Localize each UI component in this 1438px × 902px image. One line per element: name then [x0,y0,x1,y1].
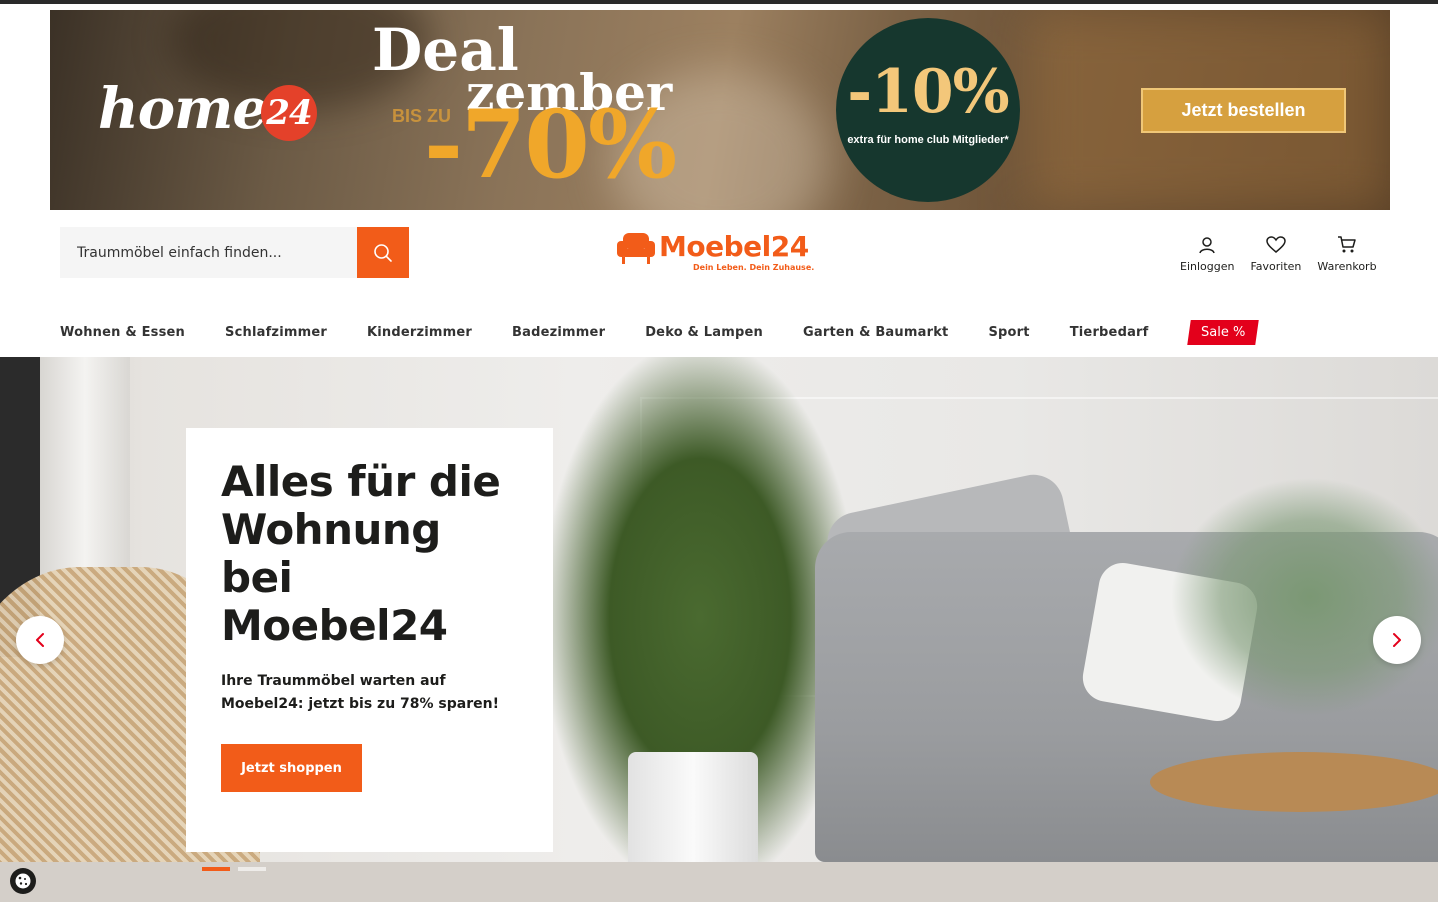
slider-dot[interactable] [238,867,266,871]
slider-next-button[interactable] [1373,616,1421,664]
home24-logo: home24 [98,76,317,142]
sale-label: Sale % [1200,324,1245,340]
user-icon [1199,237,1215,254]
promo-banner[interactable]: home24 Deal zember BIS ZU -70% -10% extr… [50,10,1390,210]
club-discount-text: extra für home club Mitglieder* [847,134,1009,146]
favorites-button[interactable]: Favoriten [1242,230,1309,273]
nav-item-garten-baumarkt[interactable]: Garten & Baumarkt [803,325,948,340]
search-button[interactable] [357,227,409,278]
moebel24-logo[interactable]: Moebel24 Dein Leben. Dein Zuhause. [617,230,827,276]
nav-item-kinderzimmer[interactable]: Kinderzimmer [367,325,472,340]
nav-item-sport[interactable]: Sport [988,325,1029,340]
top-border [0,0,1438,4]
cart-icon [1337,236,1356,253]
cookie-settings-button[interactable] [10,868,36,894]
nav-item-wohnen-essen[interactable]: Wohnen & Essen [60,325,185,340]
nav-item-badezimmer[interactable]: Badezimmer [512,325,605,340]
cart-button[interactable]: Warenkorb [1309,230,1384,273]
slider-dot[interactable] [202,867,230,871]
search-icon [374,243,392,262]
login-label: Einloggen [1180,260,1235,273]
shop-now-button[interactable]: Jetzt shoppen [221,744,362,792]
armchair-logo-icon [617,233,655,264]
hero-image-side-table [1150,752,1438,812]
nav-item-schlafzimmer[interactable]: Schlafzimmer [225,325,327,340]
club-discount-badge: -10% extra für home club Mitglieder* [836,18,1020,202]
slider-pagination [202,867,266,871]
search-input[interactable] [60,227,357,278]
login-button[interactable]: Einloggen [1172,230,1242,273]
logo-claim: Dein Leben. Dein Zuhause. [693,263,815,272]
club-discount-value: -10% [847,57,1009,127]
chevron-right-icon [1393,633,1401,647]
nav-item-deko-lampen[interactable]: Deko & Lampen [645,325,763,340]
discount-value: -70% [424,90,677,200]
nav-item-sale[interactable]: Sale % [1186,319,1259,345]
main-navigation: Wohnen & Essen Schlafzimmer Kinderzimmer… [60,318,1259,346]
search-bar [60,227,409,278]
logo-text: Moebel24 [659,230,809,263]
cookie-icon [15,873,31,889]
hero-image-eucalyptus [1170,477,1438,717]
cart-label: Warenkorb [1317,260,1377,273]
slider-prev-button[interactable] [16,616,64,664]
nav-item-tierbedarf[interactable]: Tierbedarf [1070,325,1149,340]
header-actions: Einloggen Favoriten Warenkorb [1172,230,1385,273]
chevron-left-icon [36,633,44,647]
hero-subtitle: Ihre Traummöbel warten auf Moebel24: jet… [221,673,499,712]
order-now-button[interactable]: Jetzt bestellen [1141,88,1346,133]
heart-icon [1266,236,1286,253]
favorites-label: Favoriten [1250,260,1302,273]
hero-text-card: Alles für die Wohnung bei Moebel24 Ihre … [186,428,553,852]
hero-title: Alles für die Wohnung bei Moebel24 [221,457,501,650]
